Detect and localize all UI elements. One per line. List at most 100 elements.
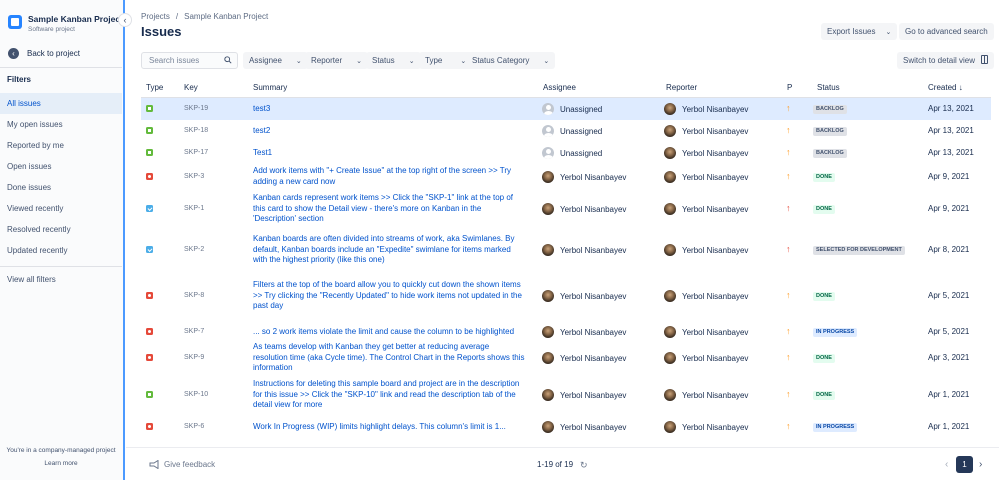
status-badge[interactable]: BACKLOG [813, 105, 847, 114]
issue-key[interactable]: SKP-18 [184, 127, 208, 134]
table-row[interactable]: SKP-9 As teams develop with Kanban they g… [141, 342, 991, 374]
export-issues-button[interactable]: Export Issues ⌄ [821, 23, 898, 40]
back-to-project-link[interactable]: ‹ Back to project [8, 48, 80, 59]
reporter-cell[interactable]: Yerbol Nisanbayev [664, 171, 748, 183]
table-row[interactable]: SKP-10 Instructions for deleting this sam… [141, 373, 991, 416]
status-badge[interactable]: BACKLOG [813, 127, 847, 136]
table-row[interactable]: SKP-18 test2 Unassigned Yerbol Nisanbayev ↑ B… [141, 120, 991, 142]
table-row[interactable]: SKP-3 Add work items with "+ Create Issue… [141, 164, 991, 189]
next-page-button[interactable]: › [979, 459, 982, 470]
status-badge[interactable]: BACKLOG [813, 149, 847, 158]
reporter-cell[interactable]: Yerbol Nisanbayev [664, 103, 748, 115]
sidebar-item-open-issues[interactable]: Open issues [0, 156, 122, 177]
advanced-search-button[interactable]: Go to advanced search [899, 23, 994, 40]
status-badge[interactable]: DONE [813, 205, 835, 214]
refresh-icon[interactable]: ↻ [580, 460, 588, 471]
status-badge[interactable]: SELECTED FOR DEVELOPMENT [813, 246, 905, 255]
breadcrumb-project[interactable]: Sample Kanban Project [184, 12, 268, 21]
issue-summary-link[interactable]: Add work items with "+ Create Issue" at … [253, 166, 525, 187]
assignee-cell[interactable]: Yerbol Nisanbayev [542, 389, 626, 401]
table-row[interactable]: SKP-17 Test1 Unassigned Yerbol Nisanbayev ↑ B… [141, 142, 991, 164]
assignee-cell[interactable]: Unassigned [542, 125, 602, 137]
issue-key[interactable]: SKP-17 [184, 149, 208, 156]
reporter-cell[interactable]: Yerbol Nisanbayev [664, 352, 748, 364]
reporter-cell[interactable]: Yerbol Nisanbayev [664, 147, 748, 159]
issue-key[interactable]: SKP-19 [184, 105, 208, 112]
assignee-cell[interactable]: Yerbol Nisanbayev [542, 203, 626, 215]
reporter-cell[interactable]: Yerbol Nisanbayev [664, 290, 748, 302]
previous-page-button[interactable]: ‹ [945, 459, 948, 470]
table-row[interactable]: SKP-1 Kanban cards represent work items >… [141, 189, 991, 228]
breadcrumb-projects[interactable]: Projects [141, 12, 170, 21]
reporter-cell[interactable]: Yerbol Nisanbayev [664, 326, 748, 338]
issue-key[interactable]: SKP-2 [184, 246, 204, 253]
sidebar-item-viewed-recently[interactable]: Viewed recently [0, 198, 122, 219]
switch-detail-view-button[interactable]: Switch to detail view [897, 52, 995, 69]
reporter-cell[interactable]: Yerbol Nisanbayev [664, 421, 748, 433]
collapse-sidebar-button[interactable]: ‹ [118, 13, 132, 27]
learn-more-link[interactable]: Learn more [0, 460, 122, 467]
assignee-cell[interactable]: Yerbol Nisanbayev [542, 244, 626, 256]
sidebar-item-resolved-recently[interactable]: Resolved recently [0, 219, 122, 240]
reporter-cell[interactable]: Yerbol Nisanbayev [664, 125, 748, 137]
issue-key[interactable]: SKP-3 [184, 173, 204, 180]
give-feedback-button[interactable]: Give feedback [149, 460, 215, 469]
assignee-cell[interactable]: Yerbol Nisanbayev [542, 421, 626, 433]
sidebar-item-all-issues[interactable]: All issues [0, 93, 122, 114]
issue-summary-link[interactable]: ... so 2 work items violate the limit an… [253, 327, 525, 338]
page-button-current[interactable]: 1 [956, 456, 973, 473]
status-filter[interactable]: Status ⌄ [366, 52, 421, 69]
type-filter[interactable]: Type ⌄ [419, 52, 473, 69]
sidebar-item-my-open-issues[interactable]: My open issues [0, 114, 122, 135]
issue-key[interactable]: SKP-1 [184, 205, 204, 212]
table-row[interactable]: SKP-8 Filters at the top of the board all… [141, 271, 991, 321]
reporter-cell[interactable]: Yerbol Nisanbayev [664, 244, 748, 256]
column-header-status[interactable]: Status [817, 83, 840, 92]
status-badge[interactable]: DONE [813, 354, 835, 363]
column-header-type[interactable]: Type [146, 83, 163, 92]
sidebar-item-updated-recently[interactable]: Updated recently [0, 240, 122, 261]
status-badge[interactable]: DONE [813, 292, 835, 301]
issue-key[interactable]: SKP-9 [184, 354, 204, 361]
column-header-key[interactable]: Key [184, 83, 198, 92]
assignee-cell[interactable]: Unassigned [542, 103, 602, 115]
assignee-filter[interactable]: Assignee ⌄ [243, 52, 308, 69]
issue-summary-link[interactable]: As teams develop with Kanban they get be… [253, 342, 525, 374]
status-badge[interactable]: DONE [813, 173, 835, 182]
issue-key[interactable]: SKP-10 [184, 391, 208, 398]
issue-summary-link[interactable]: Work In Progress (WIP) limits highlight … [253, 422, 525, 433]
assignee-cell[interactable]: Yerbol Nisanbayev [542, 326, 626, 338]
issue-summary-link[interactable]: test3 [253, 104, 525, 115]
issue-key[interactable]: SKP-7 [184, 328, 204, 335]
issue-key[interactable]: SKP-6 [184, 423, 204, 430]
status-badge[interactable]: IN PROGRESS [813, 328, 858, 337]
view-all-filters-link[interactable]: View all filters [7, 275, 56, 284]
status-category-filter[interactable]: Status Category ⌄ [466, 52, 556, 69]
reporter-cell[interactable]: Yerbol Nisanbayev [664, 203, 748, 215]
issue-summary-link[interactable]: Filters at the top of the board allow yo… [253, 280, 525, 312]
column-header-summary[interactable]: Summary [253, 83, 287, 92]
issue-summary-link[interactable]: Instructions for deleting this sample bo… [253, 379, 525, 411]
table-row[interactable]: SKP-6 Work In Progress (WIP) limits highl… [141, 416, 991, 438]
status-badge[interactable]: IN PROGRESS [813, 423, 858, 432]
sidebar-item-reported-by-me[interactable]: Reported by me [0, 135, 122, 156]
column-header-priority[interactable]: P [787, 83, 792, 92]
assignee-cell[interactable]: Unassigned [542, 147, 602, 159]
column-header-reporter[interactable]: Reporter [666, 83, 697, 92]
reporter-filter[interactable]: Reporter ⌄ [305, 52, 368, 69]
table-row[interactable]: SKP-19 test3 Unassigned Yerbol Nisanbayev ↑ B… [141, 98, 991, 120]
status-badge[interactable]: DONE [813, 391, 835, 400]
issue-summary-link[interactable]: Test1 [253, 148, 525, 159]
column-header-created[interactable]: Created ↓ [928, 83, 963, 92]
sidebar-resize-handle[interactable] [123, 0, 125, 480]
issue-key[interactable]: SKP-8 [184, 292, 204, 299]
project-header[interactable]: Sample Kanban Project Software project [8, 14, 123, 35]
assignee-cell[interactable]: Yerbol Nisanbayev [542, 171, 626, 183]
assignee-cell[interactable]: Yerbol Nisanbayev [542, 352, 626, 364]
assignee-cell[interactable]: Yerbol Nisanbayev [542, 290, 626, 302]
table-row[interactable]: SKP-7 ... so 2 work items violate the lim… [141, 321, 991, 343]
sidebar-item-done-issues[interactable]: Done issues [0, 177, 122, 198]
issue-summary-link[interactable]: test2 [253, 126, 525, 137]
issue-summary-link[interactable]: Kanban boards are often divided into str… [253, 234, 525, 266]
issue-summary-link[interactable]: Kanban cards represent work items >> Cli… [253, 193, 525, 225]
